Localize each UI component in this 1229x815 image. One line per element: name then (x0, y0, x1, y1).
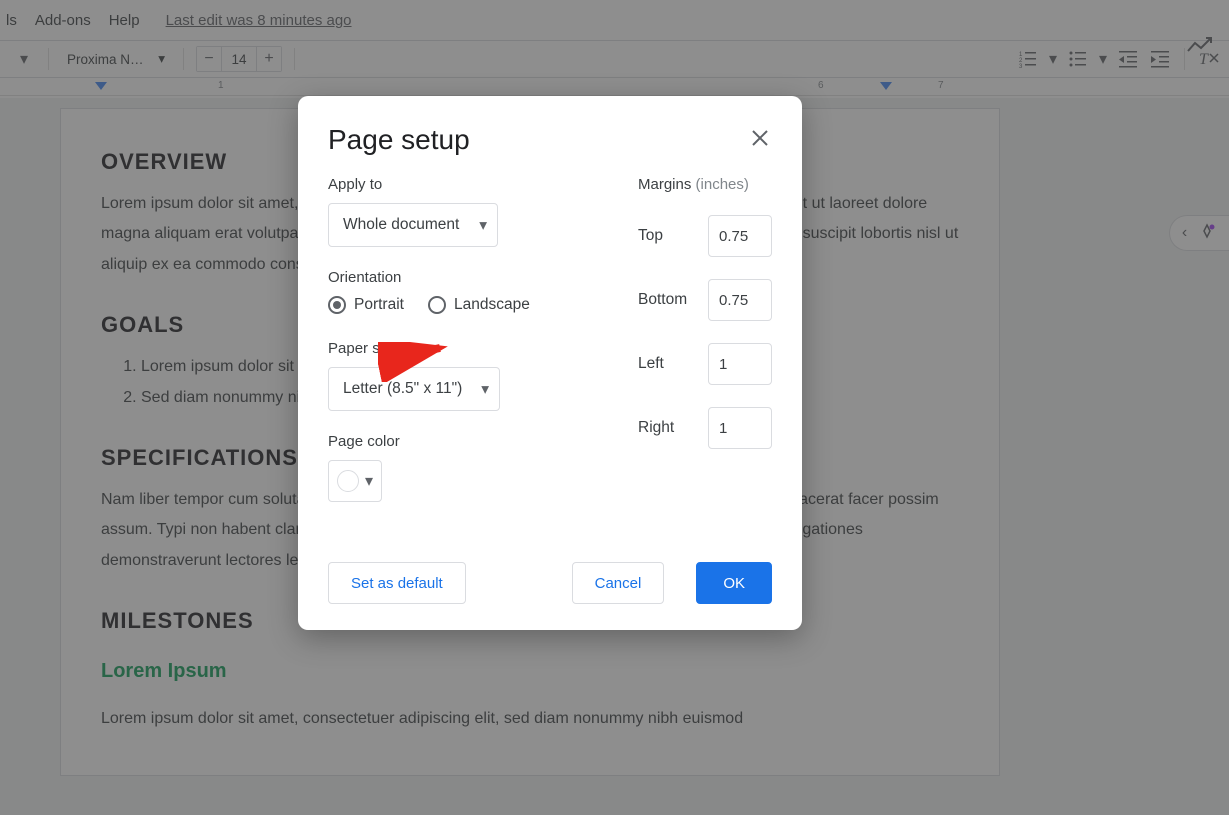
margin-top-input[interactable] (708, 215, 772, 257)
margin-top-label: Top (638, 227, 663, 245)
cancel-button[interactable]: Cancel (572, 562, 665, 604)
paper-size-label: Paper size (328, 340, 608, 357)
orientation-label: Orientation (328, 269, 608, 286)
chevron-down-icon: ▾ (481, 380, 489, 399)
landscape-label: Landscape (454, 296, 530, 314)
paper-size-select[interactable]: Letter (8.5" x 11") ▾ (328, 367, 500, 411)
chevron-down-icon: ▾ (479, 216, 487, 235)
paper-size-value: Letter (8.5" x 11") (343, 380, 462, 398)
margins-label-text: Margins (638, 176, 691, 193)
page-color-picker[interactable]: ▾ (328, 460, 382, 502)
ok-button[interactable]: OK (696, 562, 772, 604)
margin-right-input[interactable] (708, 407, 772, 449)
dialog-title: Page setup (328, 124, 470, 156)
portrait-label: Portrait (354, 296, 404, 314)
close-icon (752, 130, 768, 146)
page-color-label: Page color (328, 433, 608, 450)
radio-unchecked-icon (428, 296, 446, 314)
orientation-portrait-radio[interactable]: Portrait (328, 296, 404, 314)
margin-bottom-input[interactable] (708, 279, 772, 321)
apply-to-value: Whole document (343, 216, 459, 234)
page-setup-dialog: Page setup Apply to Whole document ▾ Ori… (298, 96, 802, 630)
margin-left-input[interactable] (708, 343, 772, 385)
radio-checked-icon (328, 296, 346, 314)
apply-to-label: Apply to (328, 176, 608, 193)
set-as-default-button[interactable]: Set as default (328, 562, 466, 604)
margin-right-label: Right (638, 419, 674, 437)
chevron-down-icon: ▾ (365, 471, 373, 491)
orientation-landscape-radio[interactable]: Landscape (428, 296, 530, 314)
margin-bottom-label: Bottom (638, 291, 687, 309)
margin-left-label: Left (638, 355, 664, 373)
margins-label: Margins (inches) (638, 176, 772, 193)
close-button[interactable] (748, 125, 772, 156)
color-swatch-circle (337, 470, 359, 492)
margins-unit: (inches) (696, 176, 749, 193)
apply-to-select[interactable]: Whole document ▾ (328, 203, 498, 247)
